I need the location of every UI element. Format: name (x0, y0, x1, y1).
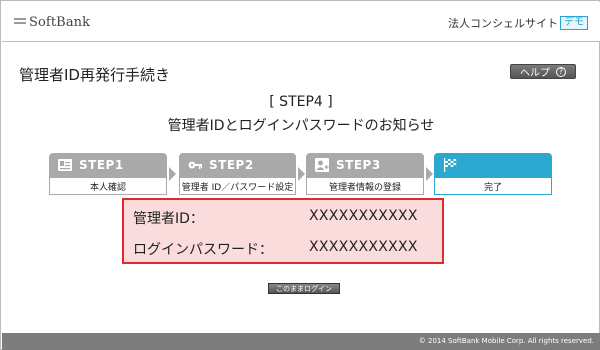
step-3-tab-label: STEP3 (336, 158, 381, 172)
logo-text: SoftBank (29, 14, 91, 30)
step-arrow-icon (169, 167, 176, 181)
id-card-icon (58, 159, 72, 171)
softbank-logo[interactable]: SoftBank (14, 14, 90, 30)
page-frame: SoftBank 法人コンシェルサイト デモ 管理者ID再発行手続き ヘルプ ?… (0, 0, 600, 350)
step-subheading: 管理者IDとログインパスワードのお知らせ (167, 118, 435, 134)
step-3-label: 管理者情報の登録 (306, 177, 424, 195)
step-arrow-icon (298, 167, 305, 181)
step-heading: [ STEP4 ] (269, 94, 333, 110)
demo-badge: デモ (560, 16, 588, 30)
checkered-flag-icon (444, 158, 457, 172)
step-1-tab-label: STEP1 (79, 158, 124, 172)
login-password-label: ログインパスワード： (133, 242, 273, 258)
step-progress: STEP1 本人確認 STEP2 管理者 ID／パスワード設定 STEP3 管理… (49, 153, 552, 195)
help-button[interactable]: ヘルプ ? (510, 64, 576, 79)
copyright-text: © 2014 SoftBank Mobile Corp. All rights … (418, 337, 594, 345)
user-add-icon (315, 158, 329, 172)
site-title: 法人コンシェルサイト デモ (448, 15, 588, 31)
key-icon (188, 161, 202, 169)
site-header: SoftBank 法人コンシェルサイト デモ (2, 2, 600, 41)
softbank-logo-icon (14, 17, 26, 27)
site-title-text: 法人コンシェルサイト (448, 17, 558, 30)
help-label: ヘルプ (520, 68, 550, 79)
step-2-tab: STEP2 (179, 153, 296, 177)
header-divider (2, 41, 600, 42)
step-1-label: 本人確認 (49, 177, 167, 195)
step-3-tab: STEP3 (306, 153, 424, 177)
login-button[interactable]: このままログイン (268, 283, 340, 294)
step-4-label: 完了 (434, 177, 552, 195)
step-2-tab-label: STEP2 (209, 158, 254, 172)
step-arrow-icon (426, 167, 433, 181)
step-2: STEP2 管理者 ID／パスワード設定 (179, 153, 296, 195)
admin-id-value: XXXXXXXXXXX (309, 208, 418, 224)
step-2-label: 管理者 ID／パスワード設定 (179, 177, 296, 195)
login-password-value: XXXXXXXXXXX (309, 239, 418, 255)
step-4-tab (434, 153, 552, 177)
step-1-tab: STEP1 (49, 153, 167, 177)
page-title: 管理者ID再発行手続き (19, 66, 170, 84)
step-1: STEP1 本人確認 (49, 153, 167, 195)
question-icon: ? (556, 66, 566, 77)
step-4: 完了 (434, 153, 552, 195)
admin-id-label: 管理者ID： (133, 211, 204, 227)
site-footer: © 2014 SoftBank Mobile Corp. All rights … (2, 333, 600, 350)
step-3: STEP3 管理者情報の登録 (306, 153, 424, 195)
credentials-box: 管理者ID： XXXXXXXXXXX ログインパスワード： XXXXXXXXXX… (122, 198, 444, 264)
